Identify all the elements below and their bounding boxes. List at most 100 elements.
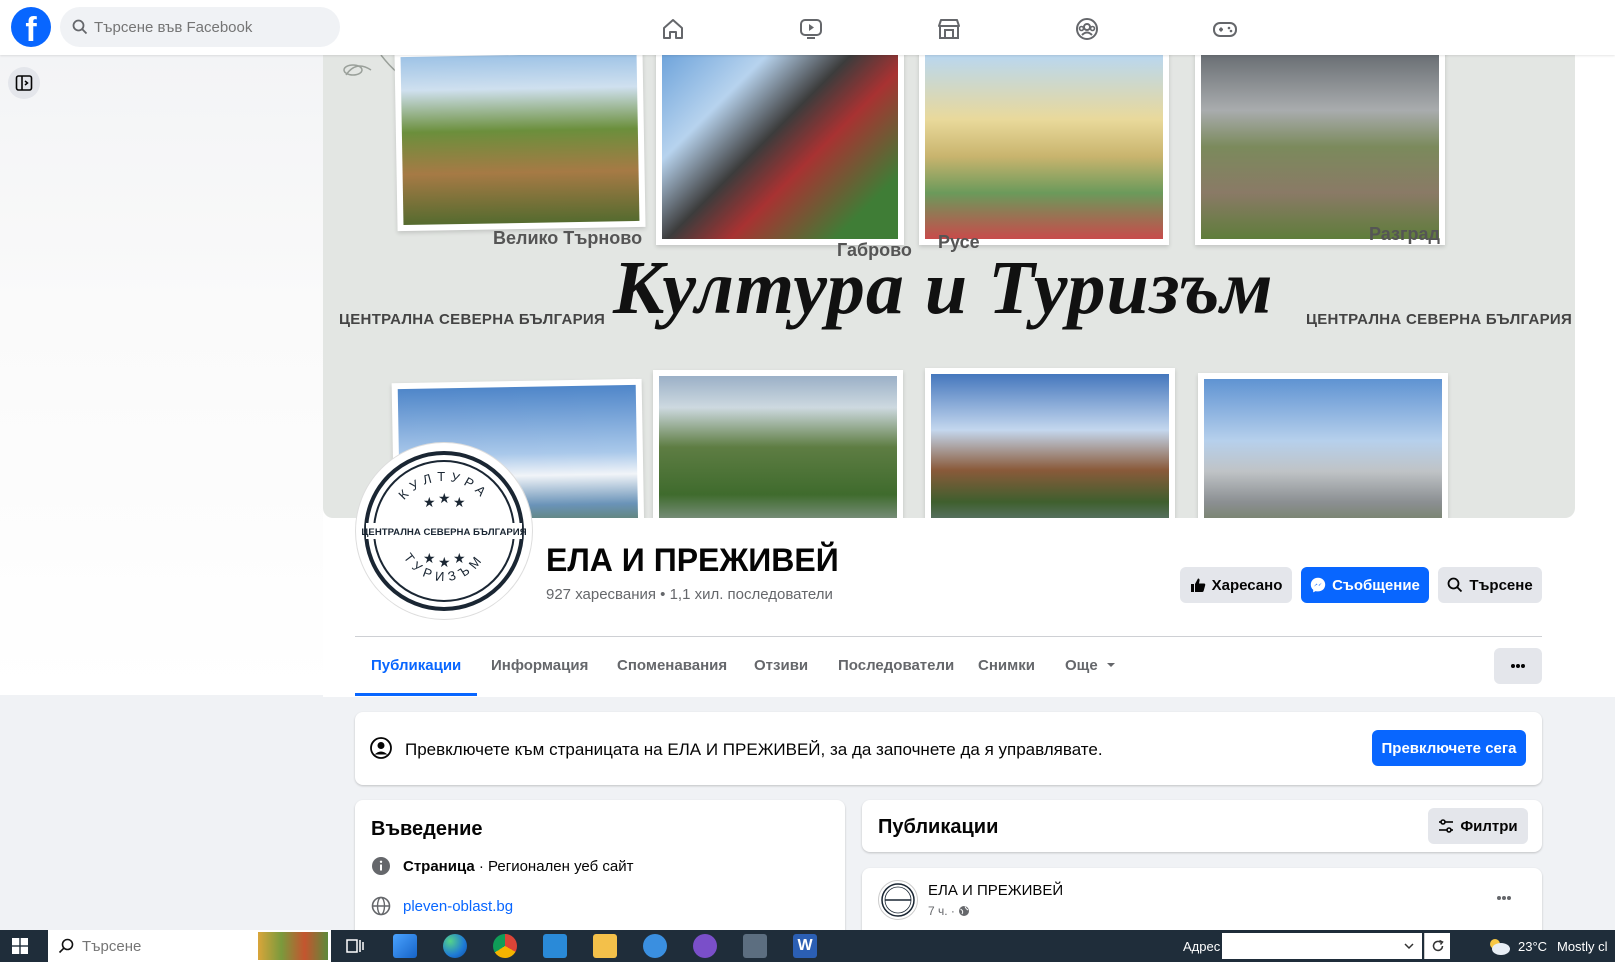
search-highlight-image — [258, 932, 328, 960]
photo-pleven-aerial — [653, 370, 903, 518]
calculator-icon[interactable] — [743, 934, 767, 958]
photo-lovech-bridge — [925, 368, 1175, 518]
region-label-left: ЦЕНТРАЛНА СЕВЕРНА БЪЛГАРИЯ — [339, 311, 606, 328]
taskbar-search-input[interactable] — [82, 930, 262, 962]
tab-more-label: Още — [1065, 657, 1098, 674]
intro-category-type: Страница — [403, 857, 475, 875]
store-icon[interactable] — [393, 934, 417, 958]
video-icon[interactable] — [798, 16, 824, 42]
caret-down-icon — [1106, 663, 1115, 667]
refresh-icon — [1432, 939, 1444, 952]
windows-start-icon[interactable] — [12, 938, 28, 954]
page-search-label: Търсене — [1469, 576, 1533, 594]
address-input[interactable] — [1222, 933, 1422, 959]
logo-middle-text: ЦЕНТРАЛНА СЕВЕРНА БЪЛГАРИЯ — [361, 527, 526, 538]
tab-more[interactable]: Още — [1065, 640, 1116, 696]
intro-category-row: Страница · Регионален уеб сайт — [371, 856, 633, 876]
viber-icon[interactable] — [693, 934, 717, 958]
profile-switch-icon — [370, 737, 392, 759]
task-view-icon[interactable] — [343, 934, 367, 958]
page-stats[interactable]: 927 харесвания • 1,1 хил. последователи — [546, 586, 833, 603]
tab-mentions[interactable]: Споменавания — [617, 640, 727, 696]
culture-tourism-logo-icon: КУЛТУРА ТУРИЗЪМ ★ ★ ★ ЦЕНТРАЛНА СЕВЕРНА … — [361, 451, 527, 611]
switch-now-label: Превключете сега — [1381, 739, 1517, 757]
liked-label: Харесано — [1211, 576, 1283, 594]
filters-label: Филтри — [1460, 817, 1518, 835]
star-icon: ★ — [453, 494, 466, 510]
intro-website-row: pleven-oblast.bg — [371, 896, 513, 916]
home-icon[interactable] — [660, 16, 686, 42]
marketplace-icon[interactable] — [936, 16, 962, 42]
public-globe-icon — [958, 906, 969, 916]
globe-icon — [371, 896, 391, 916]
message-button[interactable]: Съобщение — [1301, 567, 1429, 603]
post-time-row: 7 ч. · — [928, 904, 970, 918]
search-icon — [58, 938, 74, 954]
photo-gabrovo — [656, 55, 904, 245]
taskbar-search[interactable] — [48, 930, 331, 962]
post-options-icon[interactable] — [1492, 886, 1516, 910]
top-bar: f — [0, 0, 1615, 55]
message-label: Съобщение — [1332, 576, 1420, 594]
tab-photos[interactable]: Снимки — [978, 640, 1035, 696]
weather-cloud-icon[interactable] — [1486, 934, 1512, 958]
edge-icon[interactable] — [443, 934, 467, 958]
messenger-icon — [1310, 577, 1326, 593]
tab-about[interactable]: Информация — [491, 640, 588, 696]
windows-taskbar: W Адрес 23°C Mostly cl — [0, 930, 1615, 962]
refresh-button[interactable] — [1424, 933, 1450, 959]
mail-icon[interactable] — [543, 934, 567, 958]
page-title: ЕЛА И ПРЕЖИВЕЙ — [546, 542, 839, 578]
gabrovo-image — [662, 55, 898, 239]
posts-title: Публикации — [878, 816, 999, 838]
post-author-name[interactable]: ЕЛА И ПРЕЖИВЕЙ — [928, 882, 1063, 899]
intro-category-desc: · Регионален уеб сайт — [474, 857, 634, 875]
page-avatar[interactable]: КУЛТУРА ТУРИЗЪМ ★ ★ ★ ЦЕНТРАЛНА СЕВЕРНА … — [356, 443, 532, 619]
tab-posts[interactable]: Публикации — [355, 640, 478, 696]
onedrive-icon[interactable] — [643, 934, 667, 958]
file-explorer-icon[interactable] — [593, 934, 617, 958]
groups-icon[interactable] — [1074, 16, 1100, 42]
intro-card: Въведение Страница · Регионален уеб сайт… — [355, 800, 845, 940]
switch-profile-banner: Превключете към страницата на ЕЛА И ПРЕЖ… — [355, 712, 1542, 785]
star-icon: ★ — [423, 550, 436, 566]
switch-banner-text: Превключете към страницата на ЕЛА И ПРЕЖ… — [405, 740, 1103, 759]
photo-ruse — [919, 55, 1169, 245]
weather-temp: 23°C — [1518, 939, 1548, 954]
filters-icon — [1439, 819, 1454, 833]
chrome-icon[interactable] — [493, 934, 517, 958]
facebook-search[interactable] — [60, 7, 340, 47]
word-icon[interactable]: W — [793, 934, 817, 958]
facebook-logo-icon[interactable]: f — [11, 7, 51, 47]
sidebar-toggle-icon — [15, 75, 33, 91]
liked-button[interactable]: Харесано — [1180, 567, 1292, 603]
culture-tourism-logo-icon — [881, 883, 915, 917]
post-author-avatar[interactable] — [878, 880, 918, 920]
star-icon: ★ — [438, 490, 451, 506]
star-icon: ★ — [453, 550, 466, 566]
monument-image — [1204, 379, 1442, 518]
post-time[interactable]: 7 ч. · — [928, 904, 955, 918]
star-icon: ★ — [438, 554, 451, 570]
page-search-button[interactable]: Търсене — [1438, 567, 1542, 603]
pleven-aerial-image — [659, 376, 897, 518]
sidebar-toggle[interactable] — [8, 67, 40, 99]
search-input[interactable] — [94, 7, 330, 47]
star-icon: ★ — [423, 494, 436, 510]
more-options-button[interactable] — [1494, 648, 1542, 684]
weather-text: Mostly cl — [1557, 939, 1608, 954]
chevron-down-icon[interactable] — [1404, 941, 1414, 951]
gaming-icon[interactable] — [1212, 16, 1238, 42]
photo-veliko-tarnovo — [394, 55, 646, 232]
filters-button[interactable]: Филтри — [1428, 808, 1528, 844]
header-divider — [355, 636, 1542, 637]
lovech-bridge-image — [931, 374, 1169, 518]
website-link[interactable]: pleven-oblast.bg — [403, 898, 513, 915]
ruse-image — [925, 55, 1163, 239]
veliko-tarnovo-image — [400, 55, 640, 226]
tab-followers[interactable]: Последователи — [838, 640, 954, 696]
info-icon — [372, 857, 390, 875]
search-icon — [72, 19, 88, 35]
tab-reviews[interactable]: Отзиви — [754, 640, 808, 696]
switch-now-button[interactable]: Превключете сега — [1372, 730, 1526, 766]
